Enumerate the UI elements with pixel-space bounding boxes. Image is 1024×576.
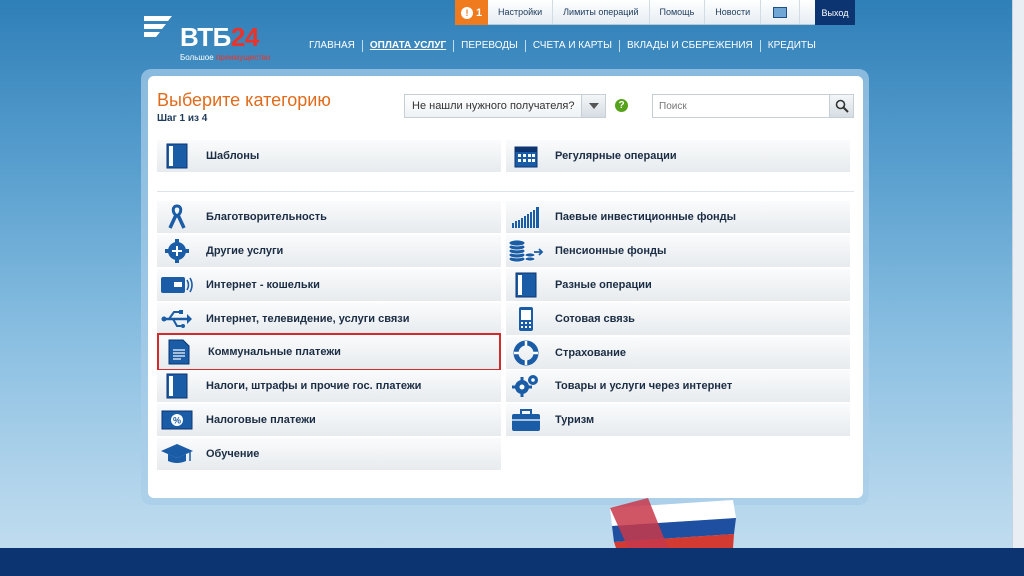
category-internet-shopping[interactable]: Товары и услуги через интернет [506, 370, 850, 402]
divider [157, 191, 854, 192]
svg-text:%: % [173, 416, 181, 426]
ribbon-icon [168, 204, 186, 229]
document-icon [166, 373, 188, 399]
category-label: Регулярные операции [555, 150, 677, 162]
wallet-icon [161, 277, 193, 293]
usb-icon [161, 310, 192, 328]
exit-button[interactable]: Выход [815, 0, 855, 25]
category-panel: Выберите категорию Шаг 1 из 4 Не нашли н… [148, 76, 863, 498]
category-taxes-fines[interactable]: Налоги, штрафы и прочие гос. платежи [157, 370, 501, 402]
top-nav: Настройки Лимиты операций Помощь Новости [488, 0, 815, 25]
mobile-phone-icon [519, 307, 533, 331]
vtb-logo-mark-icon [144, 16, 172, 37]
document-icon [166, 143, 188, 169]
category-label: Обучение [206, 448, 260, 460]
bottom-band [0, 548, 1024, 576]
bar-chart-icon [512, 207, 539, 228]
top-link-news[interactable]: Новости [705, 0, 762, 24]
category-label: Интернет, телевидение, услуги связи [206, 313, 410, 325]
tagline-plain: Большое [180, 53, 216, 62]
category-mobile[interactable]: Сотовая связь [506, 303, 850, 335]
nav-accounts[interactable]: Счета и карты [526, 40, 620, 52]
step-indicator: Шаг 1 из 4 [157, 113, 208, 124]
category-label: Шаблоны [206, 150, 260, 162]
top-link-limits[interactable]: Лимиты операций [553, 0, 650, 24]
category-label: Товары и услуги через интернет [555, 380, 733, 392]
document-icon [515, 272, 537, 298]
category-label: Разные операции [555, 279, 652, 291]
gear-plus-icon [165, 239, 189, 263]
nav-deposits[interactable]: Вклады и сбережения [620, 40, 761, 52]
search-input[interactable] [652, 94, 854, 118]
nav-credits[interactable]: Кредиты [761, 40, 823, 52]
category-label: Благотворительность [206, 211, 327, 223]
sail-decoration-icon [610, 498, 736, 548]
category-misc-operations[interactable]: Разные операции [506, 269, 850, 301]
tagline-red: преимущество [215, 53, 271, 62]
category-templates[interactable]: Шаблоны [157, 140, 501, 172]
nav-main[interactable]: Главная [302, 40, 363, 52]
coin-stack-icon [508, 239, 544, 263]
category-label: Страхование [555, 347, 626, 359]
calendar-icon [514, 146, 538, 168]
recipient-select[interactable]: Не нашли нужного получателя? [404, 94, 606, 118]
chevron-down-icon[interactable] [581, 95, 605, 117]
picture-icon[interactable] [761, 0, 801, 24]
scrollbar[interactable] [1012, 0, 1024, 548]
nav-payments[interactable]: Оплата услуг [363, 40, 455, 52]
category-label: Пенсионные фонды [555, 245, 667, 257]
logo-number: 24 [230, 22, 259, 52]
lifebuoy-icon [513, 340, 539, 366]
main-nav: Главная Оплата услуг Переводы Счета и ка… [302, 40, 823, 52]
logo-tagline: Большое преимущество [180, 53, 270, 62]
category-insurance[interactable]: Страхование [506, 337, 850, 369]
category-label: Другие услуги [206, 245, 284, 257]
notifications-button[interactable]: ! 1 [455, 0, 488, 25]
category-regular-operations[interactable]: Регулярные операции [506, 140, 850, 172]
category-internet-tv[interactable]: Интернет, телевидение, услуги связи [157, 303, 501, 335]
nav-transfers[interactable]: Переводы [454, 40, 526, 52]
search-icon [835, 99, 849, 113]
category-label: Интернет - кошельки [206, 279, 320, 291]
page-title: Выберите категорию [157, 90, 331, 110]
graduation-cap-icon [161, 444, 193, 463]
category-e-wallets[interactable]: Интернет - кошельки [157, 269, 501, 301]
search-button[interactable] [829, 95, 853, 117]
category-label: Паевые инвестиционные фонды [555, 211, 737, 223]
category-charity[interactable]: Благотворительность [157, 201, 501, 233]
exclamation-icon: ! [460, 6, 473, 19]
help-icon[interactable]: ? [615, 99, 628, 112]
category-label: Налоги, штрафы и прочие гос. платежи [206, 380, 422, 392]
notifications-count: 1 [475, 6, 483, 19]
suitcase-icon [512, 409, 540, 431]
category-label: Коммунальные платежи [208, 346, 341, 358]
recipient-select-value: Не нашли нужного получателя? [412, 100, 575, 112]
top-bar: ! 1 Настройки Лимиты операций Помощь Нов… [455, 0, 855, 25]
top-link-help[interactable]: Помощь [650, 0, 706, 24]
top-link-settings[interactable]: Настройки [488, 0, 554, 24]
category-label: Туризм [555, 414, 595, 426]
category-pension-funds[interactable]: Пенсионные фонды [506, 235, 850, 267]
category-utilities[interactable]: Коммунальные платежи [157, 333, 501, 371]
tax-percent-icon: % [161, 410, 193, 430]
bill-icon [168, 339, 190, 365]
category-education[interactable]: Обучение [157, 438, 501, 470]
vtb24-logo[interactable]: ВТБ24 Большое преимущество [142, 12, 282, 64]
category-tax-payments[interactable]: % Налоговые платежи [157, 404, 501, 436]
category-tourism[interactable]: Туризм [506, 404, 850, 436]
category-label: Сотовая связь [555, 313, 635, 325]
category-other-services[interactable]: Другие услуги [157, 235, 501, 267]
category-mutual-funds[interactable]: Паевые инвестиционные фонды [506, 201, 850, 233]
logo-text: ВТБ24 [180, 22, 259, 53]
category-label: Налоговые платежи [206, 414, 316, 426]
gears-icon [512, 375, 538, 397]
logo-brand: ВТБ [180, 22, 231, 52]
